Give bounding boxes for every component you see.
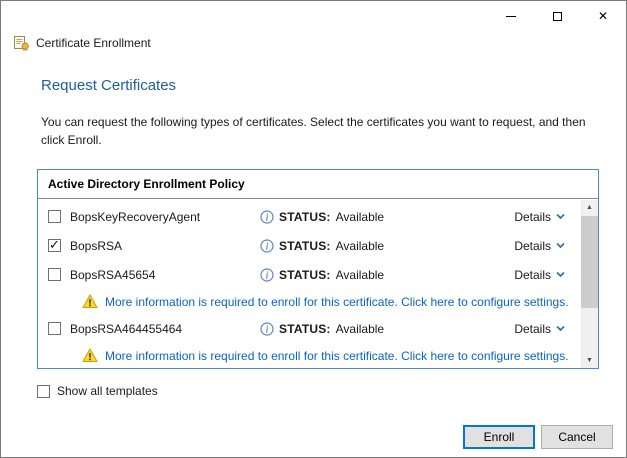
maximize-button[interactable] <box>534 1 580 31</box>
vertical-scrollbar[interactable]: ▲ ▼ <box>581 200 598 368</box>
show-all-templates: Show all templates <box>37 384 158 398</box>
info-icon: i <box>260 322 274 336</box>
template-row[interactable]: BopsRSA i STATUS: Available Details <box>38 231 581 260</box>
template-name: BopsKeyRecoveryAgent <box>70 210 260 224</box>
details-toggle[interactable]: Details <box>514 268 565 282</box>
warning-icon <box>82 348 98 363</box>
template-checkbox[interactable] <box>48 210 61 223</box>
template-warning: More information is required to enroll f… <box>38 343 581 368</box>
chevron-down-icon <box>556 325 565 332</box>
info-icon: i <box>260 210 274 224</box>
template-list: BopsKeyRecoveryAgent i STATUS: Available… <box>38 200 581 368</box>
show-all-templates-checkbox[interactable] <box>37 385 50 398</box>
template-name: BopsRSA45654 <box>70 268 260 282</box>
svg-text:i: i <box>266 241 269 252</box>
template-row[interactable]: BopsKeyRecoveryAgent i STATUS: Available… <box>38 202 581 231</box>
details-label: Details <box>514 239 551 253</box>
window-controls: ✕ <box>488 1 626 31</box>
status-label: STATUS: <box>279 268 331 282</box>
scroll-down-button[interactable]: ▼ <box>581 353 598 368</box>
template-checkbox[interactable] <box>48 239 61 252</box>
warning-link[interactable]: More information is required to enroll f… <box>105 295 569 309</box>
scrollbar-thumb[interactable] <box>581 216 598 308</box>
status-group: i STATUS: Available <box>260 210 384 224</box>
scroll-up-button[interactable]: ▲ <box>581 200 598 215</box>
template-row[interactable]: BopsRSA45654 i STATUS: Available Details <box>38 260 581 289</box>
status-value: Available <box>336 268 384 282</box>
chevron-down-icon <box>556 213 565 220</box>
minimize-icon <box>506 16 516 17</box>
template-name: BopsRSA464455464 <box>70 322 260 336</box>
cancel-button[interactable]: Cancel <box>541 425 613 449</box>
status-value: Available <box>336 239 384 253</box>
status-group: i STATUS: Available <box>260 239 384 253</box>
warning-link[interactable]: More information is required to enroll f… <box>105 349 569 363</box>
template-warning: More information is required to enroll f… <box>38 289 581 314</box>
certificate-icon <box>13 35 29 51</box>
template-checkbox[interactable] <box>48 322 61 335</box>
status-value: Available <box>336 210 384 224</box>
template-row[interactable]: BopsRSA464455464 i STATUS: Available Det… <box>38 314 581 343</box>
enrollment-policy-list: Active Directory Enrollment Policy BopsK… <box>37 169 599 369</box>
template-checkbox[interactable] <box>48 268 61 281</box>
close-icon: ✕ <box>598 10 608 22</box>
status-label: STATUS: <box>279 322 331 336</box>
titlebar: Certificate Enrollment <box>13 35 151 51</box>
info-icon: i <box>260 239 274 253</box>
details-label: Details <box>514 268 551 282</box>
status-group: i STATUS: Available <box>260 268 384 282</box>
template-name: BopsRSA <box>70 239 260 253</box>
page-description: You can request the following types of c… <box>41 113 589 149</box>
status-value: Available <box>336 322 384 336</box>
certificate-enrollment-window: ✕ Certificate Enrollment Request Certifi… <box>0 0 627 458</box>
enroll-button[interactable]: Enroll <box>463 425 535 449</box>
svg-text:i: i <box>266 212 269 223</box>
status-label: STATUS: <box>279 210 331 224</box>
show-all-templates-label: Show all templates <box>57 384 158 398</box>
svg-text:i: i <box>266 324 269 335</box>
chevron-down-icon <box>556 242 565 249</box>
details-toggle[interactable]: Details <box>514 322 565 336</box>
minimize-button[interactable] <box>488 1 534 31</box>
page-title: Request Certificates <box>41 77 176 94</box>
status-group: i STATUS: Available <box>260 322 384 336</box>
chevron-down-icon <box>556 271 565 278</box>
close-button[interactable]: ✕ <box>580 1 626 31</box>
maximize-icon <box>553 12 562 21</box>
window-title: Certificate Enrollment <box>36 36 151 50</box>
info-icon: i <box>260 268 274 282</box>
warning-icon <box>82 294 98 309</box>
status-label: STATUS: <box>279 239 331 253</box>
details-toggle[interactable]: Details <box>514 210 565 224</box>
details-label: Details <box>514 322 551 336</box>
svg-text:i: i <box>266 270 269 281</box>
details-toggle[interactable]: Details <box>514 239 565 253</box>
policy-header: Active Directory Enrollment Policy <box>38 170 598 199</box>
details-label: Details <box>514 210 551 224</box>
